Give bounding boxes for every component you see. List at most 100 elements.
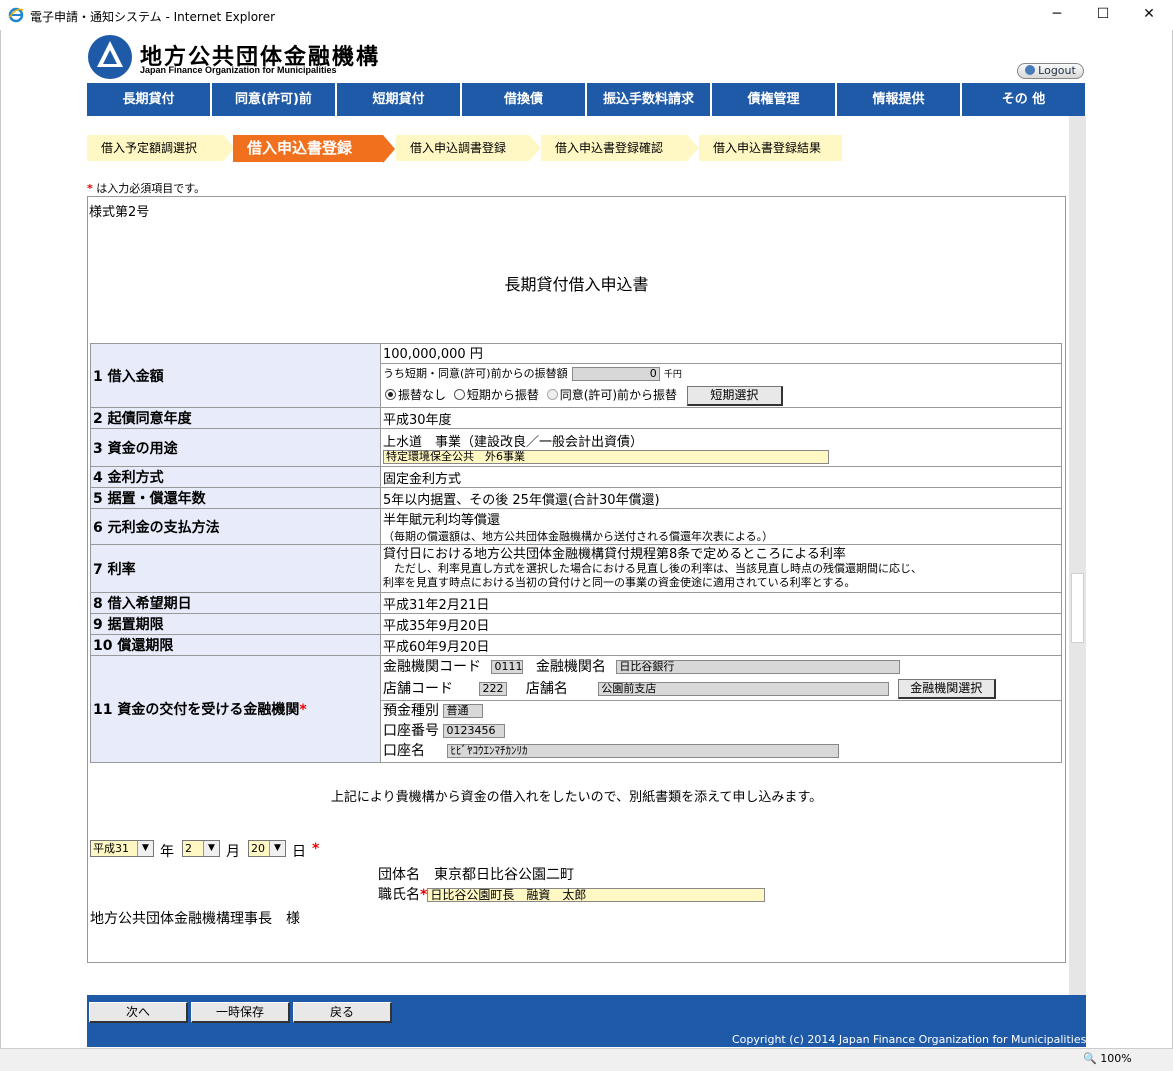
transfer-amount-label: うち短期・同意(許可)前からの振替額 bbox=[383, 367, 568, 380]
deferment-value: 5年以内据置、その後 25年償還(合計30年償還) bbox=[380, 487, 1062, 509]
organization-logo-icon bbox=[88, 35, 132, 79]
application-table: 1 借入金額 100,000,000 円 うち短期・同意(許可)前からの振替額 … bbox=[90, 343, 1062, 763]
back-button[interactable]: 戻る bbox=[293, 1002, 392, 1023]
bank-name-input[interactable]: 日比谷銀行 bbox=[616, 660, 901, 674]
required-mark: * bbox=[420, 887, 428, 903]
form-title: 長期貸付借入申込書 bbox=[504, 275, 649, 294]
addressee: 地方公共団体金融機構理事長 様 bbox=[90, 911, 300, 927]
radio-short-transfer-label: 短期から振替 bbox=[466, 388, 539, 402]
table-row: 3 資金の用途 上水道 事業（建設改良／一般会計出資債） 特定環境保全公共 外6… bbox=[90, 428, 1062, 467]
required-note-text: は入力必須項目です。 bbox=[96, 182, 206, 195]
consent-year-label: 2 起債同意年度 bbox=[90, 407, 381, 429]
repayment-value: 半年賦元利均等償還 bbox=[383, 513, 501, 528]
short-select-button[interactable]: 短期選択 bbox=[686, 385, 783, 406]
deferment-label: 5 据置・償還年数 bbox=[90, 487, 381, 509]
step-arrow bbox=[687, 135, 699, 161]
next-button[interactable]: 次へ bbox=[89, 1002, 188, 1023]
deposit-type-label: 預金種別 bbox=[383, 703, 439, 719]
required-mark: * bbox=[87, 182, 93, 195]
vertical-scrollbar[interactable] bbox=[1069, 116, 1086, 995]
name-row: 職氏名* 日比谷公園町長 融資 太郎 bbox=[378, 884, 766, 904]
branch-name-input[interactable]: 公園前支店 bbox=[598, 682, 890, 696]
day-select[interactable]: 20 ▼ bbox=[248, 840, 286, 857]
month-select[interactable]: 2 ▼ bbox=[182, 840, 220, 857]
step-arrow bbox=[529, 135, 541, 161]
power-icon bbox=[1025, 65, 1036, 75]
close-button[interactable]: ✕ bbox=[1126, 0, 1172, 30]
org-value: 東京都日比谷公園二町 bbox=[434, 867, 574, 883]
repayment-cell: 半年賦元利均等償還 （毎期の償還額は、地方公共団体金融機構から送付される償還年次… bbox=[380, 508, 1062, 545]
step-select-amount: 借入予定額調選択 bbox=[87, 135, 223, 161]
account-name-label: 口座名 bbox=[383, 743, 425, 759]
nav-transfer-fee-claim[interactable]: 振込手数料請求 bbox=[587, 83, 712, 116]
logout-button[interactable]: Logout bbox=[1017, 63, 1084, 79]
radio-short-transfer[interactable] bbox=[453, 389, 465, 400]
table-row: 1 借入金額 100,000,000 円 うち短期・同意(許可)前からの振替額 … bbox=[90, 343, 1062, 408]
internet-explorer-icon bbox=[8, 7, 24, 23]
purpose-detail-input[interactable]: 特定環境保全公共 外6事業 bbox=[383, 450, 829, 464]
chevron-down-icon: ▼ bbox=[203, 841, 219, 856]
step-result: 借入申込書登録結果 bbox=[699, 135, 842, 161]
table-row: 9 据置期限 平成35年9月20日 bbox=[90, 613, 1062, 635]
rate-cell: 貸付日における地方公共団体金融機構貸付規程第8条で定めるところによる利率 ただし… bbox=[380, 544, 1062, 593]
nav-pre-consent[interactable]: 同意(許可)前 bbox=[212, 83, 337, 116]
name-label: 職氏名 bbox=[378, 887, 420, 903]
day-unit: 日 bbox=[292, 844, 306, 860]
bank-label-cell: 11 資金の交付を受ける金融機関* bbox=[90, 655, 381, 763]
nav-refunding-bond[interactable]: 借換債 bbox=[462, 83, 587, 116]
nav-long-term-loan[interactable]: 長期貸付 bbox=[87, 83, 212, 116]
month-unit: 月 bbox=[226, 844, 240, 860]
minimize-button[interactable]: ─ bbox=[1034, 0, 1080, 30]
step-register-survey: 借入申込調書登録 bbox=[396, 135, 529, 161]
account-no-input[interactable]: 0123456 bbox=[443, 724, 506, 738]
branch-name-label: 店舗名 bbox=[525, 681, 568, 697]
deferment-limit-label: 9 据置期限 bbox=[90, 613, 381, 635]
year-unit: 年 bbox=[160, 844, 174, 860]
nav-other[interactable]: その 他 bbox=[962, 83, 1085, 116]
chevron-down-icon: ▼ bbox=[269, 841, 285, 856]
era-year-select[interactable]: 平成31 ▼ bbox=[90, 840, 154, 857]
desired-date-label: 8 借入希望期日 bbox=[90, 592, 381, 614]
bank-cell: 金融機関コード 0111 金融機関名 日比谷銀行 店舗コード 222 店舗名 公… bbox=[380, 655, 1062, 763]
table-row: 5 据置・償還年数 5年以内据置、その後 25年償還(合計30年償還) bbox=[90, 487, 1062, 509]
nav-credit-management[interactable]: 債権管理 bbox=[712, 83, 837, 116]
account-name-input[interactable]: ﾋﾋﾞﾔｺｳｴﾝﾏﾁｶﾝﾘｶ bbox=[447, 744, 840, 758]
table-row: 7 利率 貸付日における地方公共団体金融機構貸付規程第8条で定めるところによる利… bbox=[90, 544, 1062, 593]
window-titlebar: 電子申請・通知システム - Internet Explorer ─ ☐ ✕ bbox=[0, 0, 1173, 30]
radio-no-transfer-label: 振替なし bbox=[398, 388, 447, 402]
amount-value: 100,000,000 円 bbox=[381, 345, 1061, 364]
organization-row: 団体名 東京都日比谷公園二町 bbox=[378, 864, 574, 884]
branch-code-input[interactable]: 222 bbox=[479, 682, 508, 696]
main-nav: 長期貸付 同意(許可)前 短期貸付 借換債 振込手数料請求 債権管理 情報提供 … bbox=[87, 83, 1085, 116]
bank-code-input[interactable]: 0111 bbox=[491, 660, 524, 674]
chevron-down-icon: ▼ bbox=[137, 841, 153, 856]
radio-no-transfer[interactable] bbox=[385, 389, 396, 400]
temporary-save-button[interactable]: 一時保存 bbox=[191, 1002, 290, 1023]
rate-line-1: 貸付日における地方公共団体金融機構貸付規程第8条で定めるところによる利率 bbox=[383, 546, 846, 562]
purpose-label: 3 資金の用途 bbox=[90, 428, 381, 467]
name-input[interactable]: 日比谷公園町長 融資 太郎 bbox=[427, 888, 766, 902]
logo-english-name: Japan Finance Organization for Municipal… bbox=[140, 65, 337, 75]
zoom-control[interactable]: 🔍 100% bbox=[1083, 1052, 1132, 1065]
nav-information[interactable]: 情報提供 bbox=[837, 83, 962, 116]
maximize-button[interactable]: ☐ bbox=[1080, 0, 1126, 30]
bank-label: 11 資金の交付を受ける金融機関 bbox=[93, 702, 300, 718]
required-mark: * bbox=[299, 702, 307, 718]
deposit-type-input[interactable]: 普通 bbox=[443, 704, 484, 718]
transfer-amount-unit: 千円 bbox=[663, 370, 682, 380]
radio-consent-transfer[interactable] bbox=[546, 389, 558, 400]
repayment-label: 6 元利金の支払方法 bbox=[90, 508, 381, 545]
required-note: * は入力必須項目です。 bbox=[87, 180, 205, 196]
logout-label: Logout bbox=[1038, 64, 1076, 77]
bank-select-button[interactable]: 金融機関選択 bbox=[897, 679, 996, 699]
purpose-cell: 上水道 事業（建設改良／一般会計出資債） 特定環境保全公共 外6事業 bbox=[380, 428, 1062, 467]
nav-short-term-loan[interactable]: 短期貸付 bbox=[337, 83, 462, 116]
zoom-level: 100% bbox=[1100, 1052, 1132, 1065]
transfer-amount-input[interactable]: 0 bbox=[571, 366, 660, 381]
rate-label: 7 利率 bbox=[90, 544, 381, 593]
account-no-label: 口座番号 bbox=[383, 723, 439, 739]
scrollbar-thumb[interactable] bbox=[1071, 573, 1084, 643]
amount-cell: 100,000,000 円 うち短期・同意(許可)前からの振替額 0 千円 振替… bbox=[380, 343, 1062, 408]
form-number: 様式第2号 bbox=[89, 205, 150, 220]
deferment-limit-value: 平成35年9月20日 bbox=[380, 613, 1062, 635]
